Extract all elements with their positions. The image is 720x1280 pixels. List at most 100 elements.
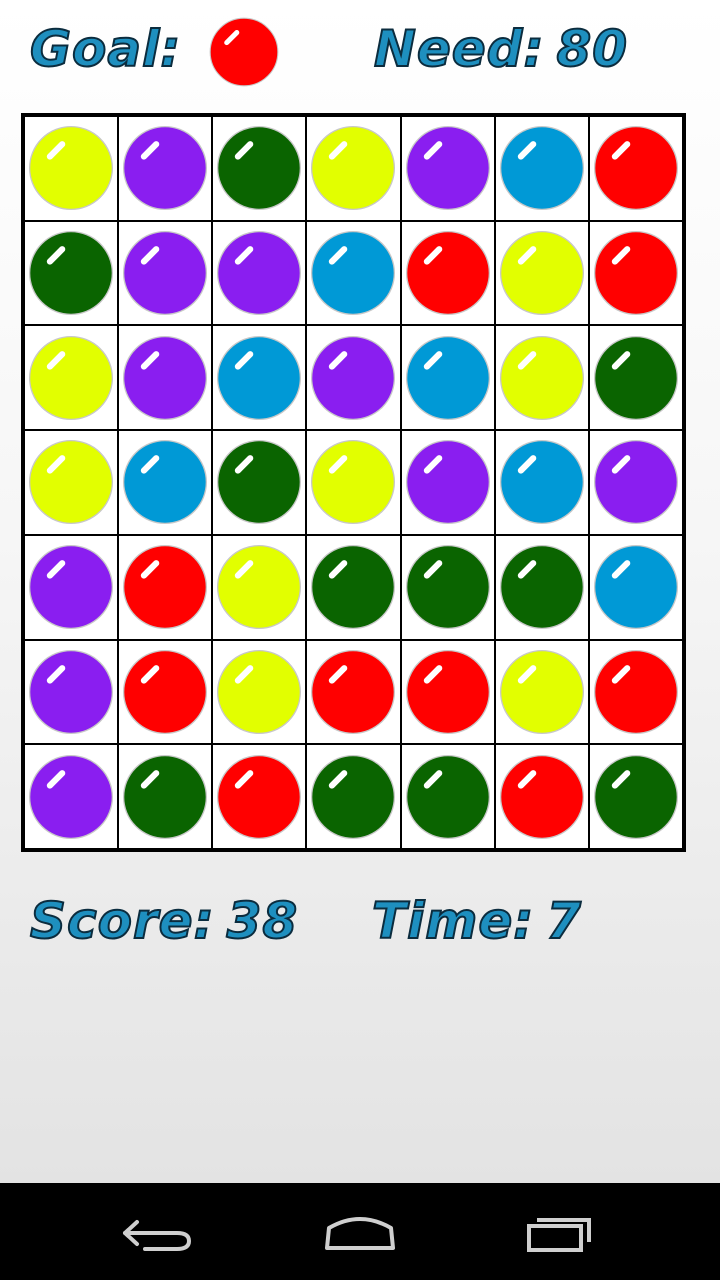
board-cell[interactable]	[494, 116, 589, 221]
board-cell[interactable]	[400, 116, 495, 221]
board-cell[interactable]	[24, 639, 119, 745]
board-cell[interactable]	[400, 534, 495, 640]
board-cell[interactable]	[306, 430, 401, 535]
purple-ball[interactable]	[592, 438, 680, 526]
red-ball[interactable]	[498, 753, 586, 841]
yellow-ball[interactable]	[27, 124, 115, 212]
board-cell[interactable]	[588, 639, 683, 745]
red-ball[interactable]	[121, 648, 209, 736]
green-ball[interactable]	[27, 229, 115, 317]
board-cell[interactable]	[24, 325, 119, 431]
blue-ball[interactable]	[498, 438, 586, 526]
board-cell[interactable]	[400, 220, 495, 326]
blue-ball[interactable]	[215, 334, 303, 422]
board-cell[interactable]	[24, 744, 119, 849]
board-cell[interactable]	[118, 220, 213, 326]
board-cell[interactable]	[118, 639, 213, 745]
green-ball[interactable]	[309, 543, 397, 631]
blue-ball[interactable]	[404, 334, 492, 422]
yellow-ball[interactable]	[498, 229, 586, 317]
board-cell[interactable]	[212, 430, 307, 535]
board-cell[interactable]	[588, 220, 683, 326]
green-ball[interactable]	[215, 438, 303, 526]
board-cell[interactable]	[212, 220, 307, 326]
purple-ball[interactable]	[121, 124, 209, 212]
board-cell[interactable]	[494, 325, 589, 431]
board-cell[interactable]	[306, 534, 401, 640]
purple-ball[interactable]	[27, 753, 115, 841]
purple-ball[interactable]	[215, 229, 303, 317]
board-cell[interactable]	[588, 744, 683, 849]
green-ball[interactable]	[404, 753, 492, 841]
red-ball[interactable]	[215, 753, 303, 841]
recent-apps-icon[interactable]	[515, 1208, 605, 1258]
purple-ball[interactable]	[404, 438, 492, 526]
yellow-ball[interactable]	[498, 334, 586, 422]
board-cell[interactable]	[400, 639, 495, 745]
board-cell[interactable]	[212, 534, 307, 640]
blue-ball[interactable]	[498, 124, 586, 212]
board-cell[interactable]	[306, 116, 401, 221]
blue-ball[interactable]	[121, 438, 209, 526]
yellow-ball[interactable]	[498, 648, 586, 736]
board-cell[interactable]	[212, 325, 307, 431]
red-ball[interactable]	[592, 124, 680, 212]
board-cell[interactable]	[118, 116, 213, 221]
yellow-ball[interactable]	[215, 543, 303, 631]
back-icon[interactable]	[115, 1208, 205, 1258]
green-ball[interactable]	[121, 753, 209, 841]
yellow-ball[interactable]	[27, 334, 115, 422]
board-cell[interactable]	[212, 116, 307, 221]
board-cell[interactable]	[24, 430, 119, 535]
board-cell[interactable]	[400, 325, 495, 431]
blue-ball[interactable]	[592, 543, 680, 631]
board-cell[interactable]	[400, 430, 495, 535]
purple-ball[interactable]	[27, 648, 115, 736]
board-cell[interactable]	[118, 325, 213, 431]
green-ball[interactable]	[215, 124, 303, 212]
purple-ball[interactable]	[121, 334, 209, 422]
board-cell[interactable]	[588, 325, 683, 431]
red-ball[interactable]	[404, 229, 492, 317]
purple-ball[interactable]	[309, 334, 397, 422]
board-cell[interactable]	[306, 744, 401, 849]
board-cell[interactable]	[24, 220, 119, 326]
board-cell[interactable]	[588, 534, 683, 640]
board-cell[interactable]	[400, 744, 495, 849]
purple-ball[interactable]	[404, 124, 492, 212]
board-cell[interactable]	[212, 639, 307, 745]
green-ball[interactable]	[592, 753, 680, 841]
red-ball[interactable]	[592, 648, 680, 736]
yellow-ball[interactable]	[27, 438, 115, 526]
yellow-ball[interactable]	[309, 438, 397, 526]
board-cell[interactable]	[588, 430, 683, 535]
red-ball[interactable]	[592, 229, 680, 317]
home-icon[interactable]	[315, 1208, 405, 1258]
red-ball[interactable]	[121, 543, 209, 631]
board-cell[interactable]	[494, 639, 589, 745]
board-cell[interactable]	[24, 116, 119, 221]
board-cell[interactable]	[494, 534, 589, 640]
purple-ball[interactable]	[27, 543, 115, 631]
red-ball[interactable]	[309, 648, 397, 736]
board-cell[interactable]	[306, 639, 401, 745]
purple-ball[interactable]	[121, 229, 209, 317]
board-cell[interactable]	[24, 534, 119, 640]
green-ball[interactable]	[309, 753, 397, 841]
board-cell[interactable]	[118, 534, 213, 640]
board-cell[interactable]	[494, 430, 589, 535]
yellow-ball[interactable]	[309, 124, 397, 212]
board-cell[interactable]	[306, 325, 401, 431]
green-ball[interactable]	[592, 334, 680, 422]
board-cell[interactable]	[118, 430, 213, 535]
green-ball[interactable]	[498, 543, 586, 631]
blue-ball[interactable]	[309, 229, 397, 317]
board-cell[interactable]	[588, 116, 683, 221]
board-cell[interactable]	[494, 220, 589, 326]
board-cell[interactable]	[494, 744, 589, 849]
red-ball[interactable]	[404, 648, 492, 736]
board-cell[interactable]	[212, 744, 307, 849]
board-cell[interactable]	[306, 220, 401, 326]
yellow-ball[interactable]	[215, 648, 303, 736]
green-ball[interactable]	[404, 543, 492, 631]
